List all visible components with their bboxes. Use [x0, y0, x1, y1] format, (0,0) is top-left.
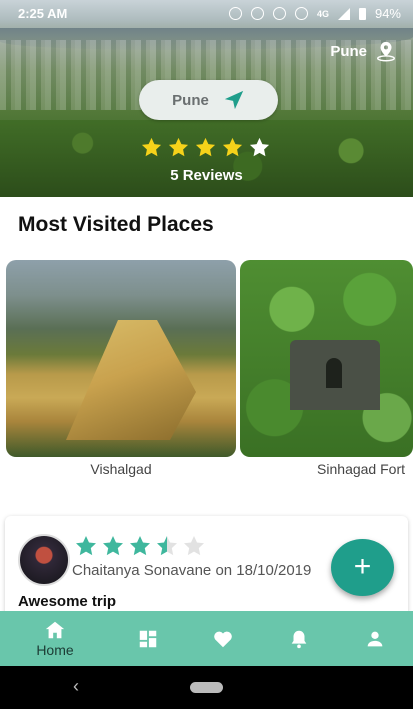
- alarm-icon: [228, 7, 242, 20]
- place-card-sinhagad[interactable]: [240, 260, 413, 457]
- nav-notifications[interactable]: [283, 611, 315, 666]
- star-filled-icon: [195, 137, 216, 157]
- heart-icon: [214, 631, 232, 647]
- network-type: 4G: [316, 8, 329, 19]
- nav-home-label: Home: [36, 642, 74, 658]
- section-title: Most Visited Places: [18, 213, 214, 236]
- bell-icon: [291, 630, 307, 648]
- place-name: Sinhagad Fort: [317, 461, 405, 477]
- map-pin-icon: [377, 41, 395, 62]
- add-button[interactable]: +: [331, 539, 394, 596]
- star-filled-icon: [141, 137, 162, 157]
- star-filled-icon: [168, 137, 189, 157]
- review-title: Awesome trip: [18, 593, 117, 610]
- star-half-icon: [157, 536, 177, 556]
- nav-dashboard[interactable]: [132, 611, 164, 666]
- back-icon[interactable]: ‹: [73, 676, 79, 697]
- review-author: Chaitanya Sonavane on 18/10/2019: [72, 562, 312, 579]
- status-icons: 4G 94%: [228, 6, 401, 21]
- status-bar: 2:25 AM 4G 94%: [0, 0, 413, 28]
- person-icon: [367, 631, 383, 646]
- review-rating-stars: [74, 534, 206, 558]
- hotspot-icon: [272, 7, 286, 20]
- nav-favorites[interactable]: [207, 611, 239, 666]
- nav-home[interactable]: Home: [30, 611, 80, 666]
- nav-profile[interactable]: [359, 611, 391, 666]
- dashboard-icon: [139, 630, 157, 647]
- place-image-archway: [326, 358, 342, 388]
- hero-rating-stars: [140, 136, 271, 159]
- reviews-count[interactable]: 5 Reviews: [0, 167, 413, 184]
- home-pill-icon[interactable]: [190, 682, 223, 693]
- place-image-fort: [66, 320, 196, 440]
- navigation-arrow-icon: [224, 90, 244, 110]
- city-pill-label: Pune: [172, 91, 209, 109]
- home-icon: [45, 621, 65, 639]
- status-time: 2:25 AM: [18, 6, 68, 21]
- star-filled-icon: [130, 536, 150, 556]
- city-pill-button[interactable]: Pune: [139, 80, 278, 120]
- location-status-icon: [250, 7, 264, 20]
- place-card-vishalgad[interactable]: [6, 260, 236, 457]
- avatar: [18, 534, 70, 586]
- star-empty-icon: [184, 536, 204, 556]
- star-empty-icon: [249, 137, 270, 157]
- bottom-navigation: Home: [0, 611, 413, 666]
- star-filled-icon: [76, 536, 96, 556]
- location-selector[interactable]: Pune: [330, 40, 397, 62]
- battery-level: 94%: [374, 6, 401, 21]
- star-filled-icon: [103, 536, 123, 556]
- location-label: Pune: [330, 42, 367, 60]
- system-navigation-bar: ‹: [0, 666, 413, 709]
- star-filled-icon: [222, 137, 243, 157]
- battery-icon: [358, 7, 366, 20]
- wifi-call-icon: [294, 7, 308, 20]
- place-name: Vishalgad: [90, 461, 152, 477]
- signal-icon: [337, 7, 350, 20]
